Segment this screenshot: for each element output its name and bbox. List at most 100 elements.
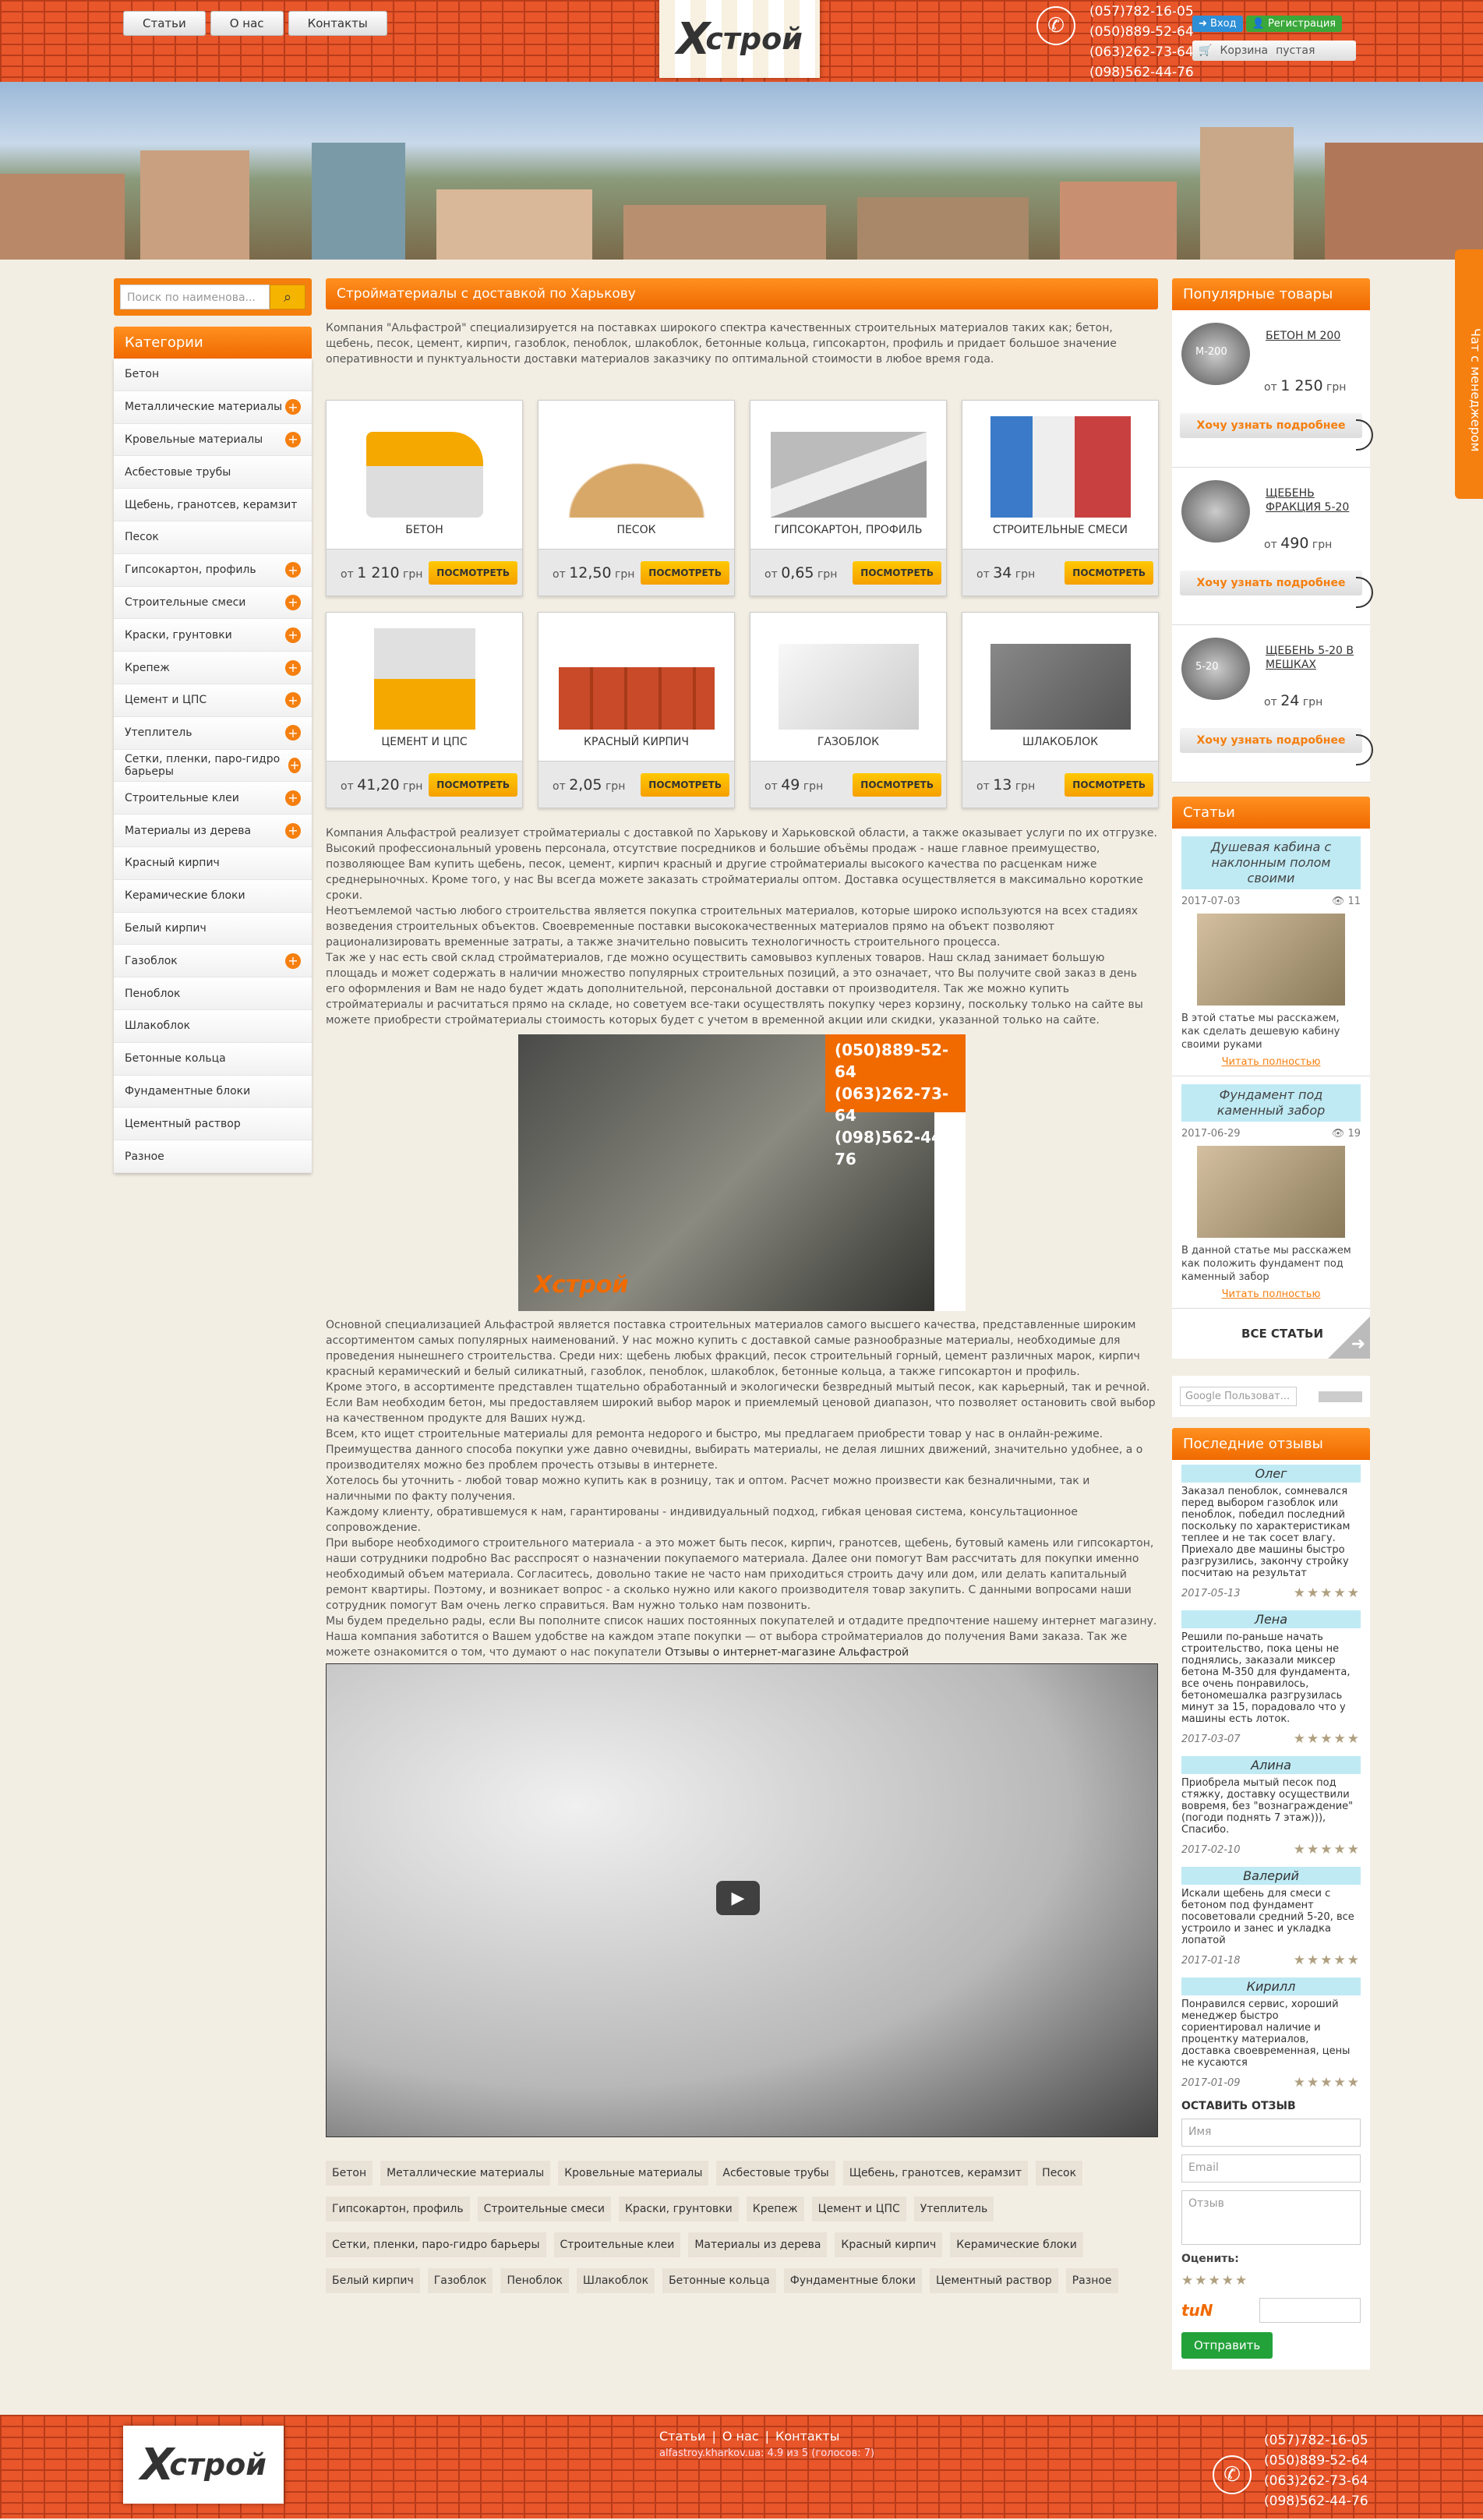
phone-number[interactable]: (057)782-16-05 [1089, 2, 1194, 22]
review-email-input[interactable]: Email [1181, 2154, 1361, 2182]
category-tag[interactable]: Кровельные материалы [558, 2161, 709, 2186]
phone-number[interactable]: (057)782-16-05 [1264, 2430, 1368, 2451]
plus-icon[interactable]: + [285, 562, 301, 578]
category-item[interactable]: Разное [114, 1140, 312, 1173]
article-title[interactable]: Душевая кабина с наклонным полом своими [1181, 836, 1361, 889]
category-tag[interactable]: Бетон [326, 2161, 373, 2186]
chat-with-manager-tab[interactable]: Чат с менеджером [1455, 249, 1483, 499]
plus-icon[interactable]: + [285, 399, 301, 415]
popular-product-image[interactable] [1181, 480, 1250, 543]
category-item[interactable]: Цемент и ЦПС + [114, 684, 312, 717]
product-image[interactable] [962, 613, 1158, 730]
view-product-button[interactable]: ПОСМОТРЕТЬ [641, 560, 729, 585]
google-search-input[interactable]: Google Пользоват... [1180, 1387, 1297, 1406]
footer-link-about[interactable]: О нас [722, 2429, 759, 2444]
review-name-input[interactable]: Имя [1181, 2119, 1361, 2147]
category-item[interactable]: Белый кирпич [114, 912, 312, 945]
article-title[interactable]: Фундамент под каменный забор [1181, 1084, 1361, 1122]
cart-widget[interactable]: 🛒 Корзина пустая [1192, 41, 1356, 61]
video-player[interactable]: ▶ [326, 1663, 1158, 2137]
product-card[interactable]: ЦЕМЕНТ И ЦПС от 41,20 грн ПОСМОТРЕТЬ [326, 612, 523, 808]
plus-icon[interactable]: + [285, 953, 301, 969]
plus-icon[interactable]: + [285, 822, 301, 839]
search-button[interactable]: ⌕ [270, 285, 305, 309]
category-item[interactable]: Утеплитель + [114, 716, 312, 750]
category-item[interactable]: Фундаментные блоки [114, 1075, 312, 1108]
category-tag[interactable]: Газоблок [427, 2268, 493, 2293]
category-tag[interactable]: Бетонные кольца [662, 2268, 776, 2293]
category-tag[interactable]: Щебень, гранотсев, керамзит [842, 2161, 1029, 2186]
product-card[interactable]: БЕТОН от 1 210 грн ПОСМОТРЕТЬ [326, 400, 523, 596]
category-tag[interactable]: Фундаментные блоки [783, 2268, 922, 2293]
captcha-input[interactable] [1259, 2298, 1361, 2323]
view-product-button[interactable]: ПОСМОТРЕТЬ [641, 772, 729, 797]
view-product-button[interactable]: ПОСМОТРЕТЬ [853, 560, 941, 585]
product-card[interactable]: СТРОИТЕЛЬНЫЕ СМЕСИ от 34 грн ПОСМОТРЕТЬ [962, 400, 1159, 596]
category-tag[interactable]: Металлические материалы [380, 2161, 551, 2186]
article-image[interactable] [1197, 914, 1345, 1006]
category-tag[interactable]: Сетки, пленки, паро-гидро барьеры [326, 2232, 546, 2257]
category-tag[interactable]: Красный кирпич [835, 2232, 943, 2257]
popular-product-image[interactable]: М-200 [1181, 323, 1250, 385]
category-tag[interactable]: Шлакоблок [576, 2268, 655, 2293]
category-item[interactable]: Керамические блоки [114, 879, 312, 913]
product-name[interactable]: ЦЕМЕНТ И ЦПС [327, 736, 522, 748]
product-name[interactable]: СТРОИТЕЛЬНЫЕ СМЕСИ [962, 524, 1158, 536]
phone-number[interactable]: (063)262-73-64 [1264, 2471, 1368, 2491]
footer-link-articles[interactable]: Статьи [659, 2429, 705, 2444]
category-tag[interactable]: Песок [1036, 2161, 1083, 2186]
plus-icon[interactable]: + [285, 431, 301, 447]
phone-number[interactable]: (050)889-52-64 [1264, 2451, 1368, 2471]
view-product-button[interactable]: ПОСМОТРЕТЬ [429, 560, 517, 585]
category-tag[interactable]: Цемент и ЦПС [811, 2197, 906, 2221]
category-item[interactable]: Металлические материалы + [114, 391, 312, 424]
product-image[interactable] [962, 401, 1158, 518]
want-details-button[interactable]: Хочу узнать подробнее [1180, 571, 1362, 596]
product-card[interactable]: ГИПСОКАРТОН, ПРОФИЛЬ от 0,65 грн ПОСМОТР… [750, 400, 947, 596]
category-item[interactable]: Пеноблок [114, 977, 312, 1010]
product-name[interactable]: БЕТОН [327, 524, 522, 536]
category-item[interactable]: Сетки, пленки, паро-гидро барьеры + [114, 749, 312, 783]
view-product-button[interactable]: ПОСМОТРЕТЬ [1065, 772, 1153, 797]
product-name[interactable]: ГИПСОКАРТОН, ПРОФИЛЬ [750, 524, 946, 536]
category-tag[interactable]: Разное [1065, 2268, 1118, 2293]
plus-icon[interactable]: + [285, 692, 301, 709]
product-image[interactable] [750, 613, 946, 730]
popular-product-name[interactable]: ЩЕБЕНЬ 5-20 В МЕШКАХ [1266, 644, 1359, 672]
category-item[interactable]: Краски, грунтовки + [114, 619, 312, 652]
nav-articles-button[interactable]: Статьи [123, 11, 206, 36]
category-item[interactable]: Цементный раствор [114, 1108, 312, 1141]
category-tag[interactable]: Крепеж [746, 2197, 804, 2221]
category-item[interactable]: Песок [114, 521, 312, 554]
popular-product-name[interactable]: БЕТОН М 200 [1266, 329, 1359, 343]
product-card[interactable]: ПЕСОК от 12,50 грн ПОСМОТРЕТЬ [538, 400, 735, 596]
all-articles-button[interactable]: ВСЕ СТАТЬИ ➜ [1172, 1309, 1370, 1359]
register-button[interactable]: 👤 Регистрация [1245, 16, 1343, 32]
category-item[interactable]: Крепеж + [114, 652, 312, 684]
category-item[interactable]: Газоблок + [114, 945, 312, 978]
category-item[interactable]: Щебень, гранотсев, керамзит [114, 489, 312, 521]
review-text-input[interactable]: Отзыв [1181, 2190, 1361, 2245]
want-details-button[interactable]: Хочу узнать подробнее [1180, 728, 1362, 753]
read-more-link[interactable]: Читать полностью [1181, 1056, 1361, 1068]
phone-number[interactable]: (050)889-52-64 [1089, 22, 1194, 42]
view-product-button[interactable]: ПОСМОТРЕТЬ [853, 772, 941, 797]
send-review-button[interactable]: Отправить [1181, 2332, 1273, 2359]
phone-number[interactable]: (063)262-73-64 [1089, 42, 1194, 62]
play-icon[interactable]: ▶ [716, 1881, 760, 1915]
login-button[interactable]: ➜ Вход [1192, 16, 1243, 32]
plus-icon[interactable]: + [288, 757, 301, 773]
popular-product-image[interactable]: 5-20 [1181, 638, 1250, 700]
product-image[interactable] [327, 401, 522, 518]
read-more-link[interactable]: Читать полностью [1181, 1288, 1361, 1300]
want-details-button[interactable]: Хочу узнать подробнее [1180, 413, 1362, 438]
plus-icon[interactable]: + [285, 725, 301, 741]
plus-icon[interactable]: + [285, 627, 301, 643]
popular-product-name[interactable]: ЩЕБЕНЬ ФРАКЦИЯ 5-20 [1266, 486, 1359, 514]
product-card[interactable]: ШЛАКОБЛОК от 13 грн ПОСМОТРЕТЬ [962, 612, 1159, 808]
phone-number[interactable]: (098)562-44-76 [1089, 62, 1194, 83]
category-tag[interactable]: Гипсокартон, профиль [326, 2197, 470, 2221]
product-name[interactable]: ПЕСОК [538, 524, 734, 536]
product-image[interactable] [538, 401, 734, 518]
product-image[interactable] [538, 613, 734, 730]
